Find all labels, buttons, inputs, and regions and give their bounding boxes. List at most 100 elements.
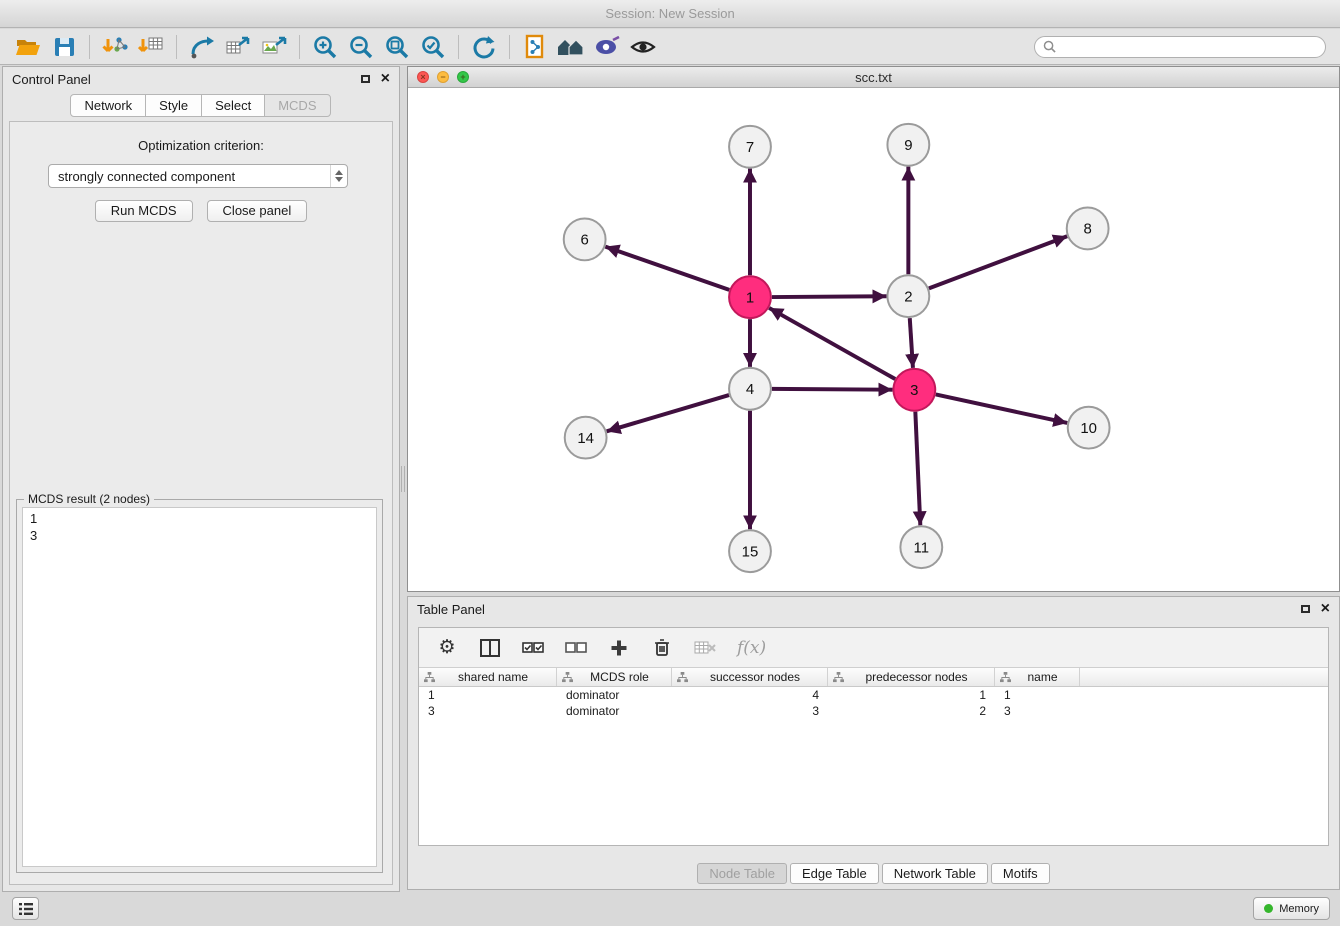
home-networks-button[interactable] <box>553 32 589 62</box>
column-header-shared-name[interactable]: shared name <box>419 668 557 686</box>
tab-network-table[interactable]: Network Table <box>882 863 988 884</box>
add-column-button[interactable] <box>608 637 630 659</box>
import-table-button[interactable] <box>133 32 169 62</box>
zoom-fit-button[interactable] <box>379 32 415 62</box>
tab-node-table[interactable]: Node Table <box>697 863 787 884</box>
zoom-selected-button[interactable] <box>415 32 451 62</box>
tab-edge-table[interactable]: Edge Table <box>790 863 879 884</box>
network-window: scc.txt × − + 7968124314101511 <box>407 66 1340 592</box>
graph-node-label-10: 10 <box>1080 420 1097 437</box>
style-apply-button[interactable] <box>589 32 625 62</box>
graph-edge-1-6[interactable] <box>605 247 729 290</box>
float-panel-icon[interactable] <box>1301 605 1310 613</box>
table-row-1[interactable]: 1dominator411 <box>419 687 1328 703</box>
zoom-out-button[interactable] <box>343 32 379 62</box>
search-icon <box>1043 40 1056 53</box>
memory-label: Memory <box>1279 903 1319 915</box>
minimize-window-icon[interactable]: − <box>437 71 449 83</box>
graph-node-label-2: 2 <box>904 288 912 305</box>
zoom-selected-icon <box>420 34 446 60</box>
list-icon <box>18 902 34 916</box>
table-cell: 1 <box>995 687 1080 703</box>
main-toolbar <box>0 29 1340 65</box>
graph-edge-4-14[interactable] <box>607 395 729 431</box>
close-panel-button[interactable]: Close panel <box>207 200 308 222</box>
network-graph: 7968124314101511 <box>408 88 1339 591</box>
column-header-successor-nodes[interactable]: successor nodes <box>672 668 828 686</box>
delete-table-button[interactable] <box>694 637 716 659</box>
show-columns-button[interactable] <box>479 637 501 659</box>
network-canvas[interactable]: 7968124314101511 <box>408 88 1339 591</box>
eye-icon <box>630 36 656 58</box>
image-export-icon <box>261 35 287 59</box>
import-network-button[interactable] <box>97 32 133 62</box>
deselect-all-button[interactable] <box>565 637 587 659</box>
export-image-button[interactable] <box>256 32 292 62</box>
zoom-window-icon[interactable]: + <box>457 71 469 83</box>
graph-node-label-9: 9 <box>904 137 912 154</box>
show-panels-button[interactable] <box>12 897 39 920</box>
show-graphics-button[interactable] <box>625 32 661 62</box>
select-all-button[interactable] <box>522 637 544 659</box>
table-cell: 3 <box>672 703 828 719</box>
memory-button[interactable]: Memory <box>1253 897 1330 920</box>
criterion-dropdown[interactable]: strongly connected component <box>48 164 348 188</box>
close-window-icon[interactable]: × <box>417 71 429 83</box>
graph-node-label-3: 3 <box>910 382 918 399</box>
network-document-button[interactable] <box>517 32 553 62</box>
close-panel-icon[interactable]: × <box>1321 601 1330 617</box>
toolbar-separator <box>176 35 177 59</box>
graph-edge-1-2[interactable] <box>772 296 887 297</box>
graph-node-label-4: 4 <box>746 381 754 398</box>
refresh-layout-button[interactable] <box>466 32 502 62</box>
tab-select[interactable]: Select <box>201 94 265 117</box>
graph-edge-3-1[interactable] <box>769 308 895 379</box>
close-panel-icon[interactable]: × <box>381 71 390 87</box>
vertical-splitter[interactable] <box>400 66 407 892</box>
trash-icon <box>654 638 670 657</box>
toolbar-separator <box>509 35 510 59</box>
style-brush-icon <box>594 36 620 58</box>
tab-network[interactable]: Network <box>70 94 146 117</box>
save-floppy-icon <box>52 35 76 59</box>
graph-edge-3-11[interactable] <box>915 412 920 526</box>
open-file-button[interactable] <box>10 32 46 62</box>
control-panel-header: Control Panel × <box>3 67 399 91</box>
column-header-predecessor-nodes[interactable]: predecessor nodes <box>828 668 995 686</box>
graph-node-label-8: 8 <box>1083 221 1091 238</box>
table-cell: 3 <box>419 703 557 719</box>
column-header-mcds-role[interactable]: MCDS role <box>557 668 672 686</box>
column-tree-icon <box>677 672 688 683</box>
tab-mcds[interactable]: MCDS <box>264 94 330 117</box>
save-session-button[interactable] <box>46 32 82 62</box>
function-builder-button[interactable]: f(x) <box>737 637 766 659</box>
delete-column-button[interactable] <box>651 637 673 659</box>
window-title: Session: New Session <box>605 6 734 21</box>
graph-edge-2-3[interactable] <box>910 318 913 368</box>
memory-status-icon <box>1264 904 1273 913</box>
search-input[interactable] <box>1062 39 1317 55</box>
run-mcds-button[interactable]: Run MCDS <box>95 200 193 222</box>
graph-edge-3-10[interactable] <box>936 394 1067 422</box>
graph-edge-4-3[interactable] <box>772 389 893 390</box>
deselect-all-icon <box>565 641 587 655</box>
table-cell: 1 <box>828 687 995 703</box>
graph-edge-2-8[interactable] <box>929 236 1067 288</box>
table-settings-button[interactable]: ⚙ <box>436 637 458 659</box>
table-panel-header: Table Panel × <box>408 597 1339 621</box>
column-header-filler <box>1080 668 1328 686</box>
export-table-button[interactable] <box>220 32 256 62</box>
zoom-in-button[interactable] <box>307 32 343 62</box>
float-panel-icon[interactable] <box>361 75 370 83</box>
table-cell: 2 <box>828 703 995 719</box>
column-header-name[interactable]: name <box>995 668 1080 686</box>
mcds-result-groupbox: MCDS result (2 nodes) 1 3 <box>16 499 383 873</box>
graph-node-label-6: 6 <box>580 232 588 249</box>
control-panel-tabs: NetworkStyleSelectMCDS <box>3 94 399 117</box>
tab-motifs[interactable]: Motifs <box>991 863 1050 884</box>
splitter-grip-icon <box>401 466 405 492</box>
network-tools-button[interactable] <box>184 32 220 62</box>
table-toolbar: ⚙ <box>419 628 1328 668</box>
tab-style[interactable]: Style <box>145 94 202 117</box>
table-row-2[interactable]: 3dominator323 <box>419 703 1328 719</box>
